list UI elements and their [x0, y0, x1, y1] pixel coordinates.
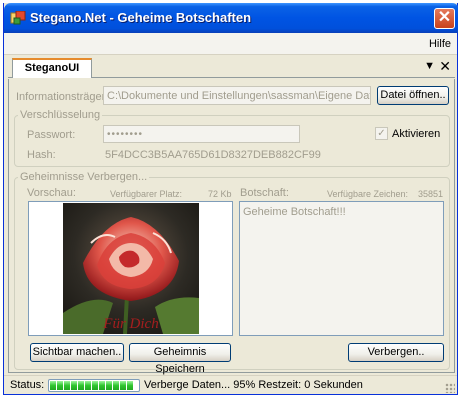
progress-block — [71, 381, 77, 390]
progress-block — [113, 381, 119, 390]
password-field[interactable]: •••••••• — [103, 125, 300, 143]
make-visible-button[interactable]: Sichtbar machen.. — [30, 343, 124, 362]
available-space-label: Verfügbarer Platz: — [110, 189, 183, 199]
preview-label: Vorschau: — [27, 187, 76, 199]
menu-help[interactable]: Hilfe — [429, 38, 451, 50]
progress-block — [92, 381, 98, 390]
progress-block — [50, 381, 56, 390]
app-icon — [10, 11, 26, 25]
progress-block — [106, 381, 112, 390]
encryption-group-title: Verschlüsselung — [18, 109, 103, 121]
available-chars-value: 35851 — [418, 189, 444, 199]
status-text: Verberge Daten... 95% Restzeit: 0 Sekund… — [144, 379, 363, 391]
tab-strip: SteganoUI ▼ ✕ — [8, 58, 455, 78]
status-bar: Status: Verberge Daten... 95% Restzeit: … — [4, 375, 457, 394]
message-label: Botschaft: — [240, 187, 289, 199]
resize-grip-icon[interactable] — [445, 383, 455, 393]
password-label: Passwort: — [27, 129, 76, 141]
carrier-path-field[interactable]: C:\Dokumente und Einstellungen\sassman\E… — [103, 86, 371, 105]
activate-checkbox[interactable]: ✓ — [375, 127, 388, 140]
progress-block — [85, 381, 91, 390]
tab-dropdown-icon[interactable]: ▼ — [424, 60, 435, 72]
available-chars-label: Verfügbare Zeichen: — [327, 189, 409, 199]
status-label: Status: — [10, 379, 45, 391]
image-caption: Für Dich — [102, 316, 158, 332]
progress-block — [78, 381, 84, 390]
save-secret-button[interactable]: Geheimnis Speichern — [129, 343, 231, 375]
activate-label: Aktivieren — [392, 128, 441, 140]
progress-block — [57, 381, 63, 390]
hide-button[interactable]: Verbergen.. — [348, 343, 444, 362]
rose-image: Für Dich — [63, 203, 199, 334]
menu-bar: Hilfe — [4, 33, 457, 55]
progress-block — [64, 381, 70, 390]
message-textarea[interactable]: Geheime Botschaft!!! — [239, 201, 444, 336]
tab-steganoui[interactable]: SteganoUI — [12, 58, 92, 78]
progress-block — [127, 381, 133, 390]
open-file-button[interactable]: Datei öffnen.. — [377, 86, 449, 105]
tab-close-icon[interactable]: ✕ — [439, 58, 451, 75]
progress-block — [99, 381, 105, 390]
hide-group-title: Geheimnisse Verbergen... — [18, 171, 150, 183]
window-title: Stegano.Net - Geheime Botschaften — [30, 10, 252, 25]
check-icon: ✓ — [377, 128, 386, 139]
hash-value: 5F4DCC3B5AA765D61D8327DEB882CF99 — [105, 149, 321, 161]
available-space-value: 72 Kb — [208, 189, 232, 199]
progress-fill — [50, 381, 134, 390]
hash-label: Hash: — [27, 149, 56, 161]
preview-image-frame: Für Dich — [28, 201, 233, 336]
progress-bar — [48, 379, 140, 392]
title-bar[interactable]: Stegano.Net - Geheime Botschaften ✕ — [4, 3, 458, 33]
progress-block — [120, 381, 126, 390]
close-icon[interactable]: ✕ — [434, 8, 455, 29]
main-window: Stegano.Net - Geheime Botschaften ✕ Hilf… — [3, 3, 458, 395]
carrier-label: Informationsträger: — [16, 91, 109, 103]
